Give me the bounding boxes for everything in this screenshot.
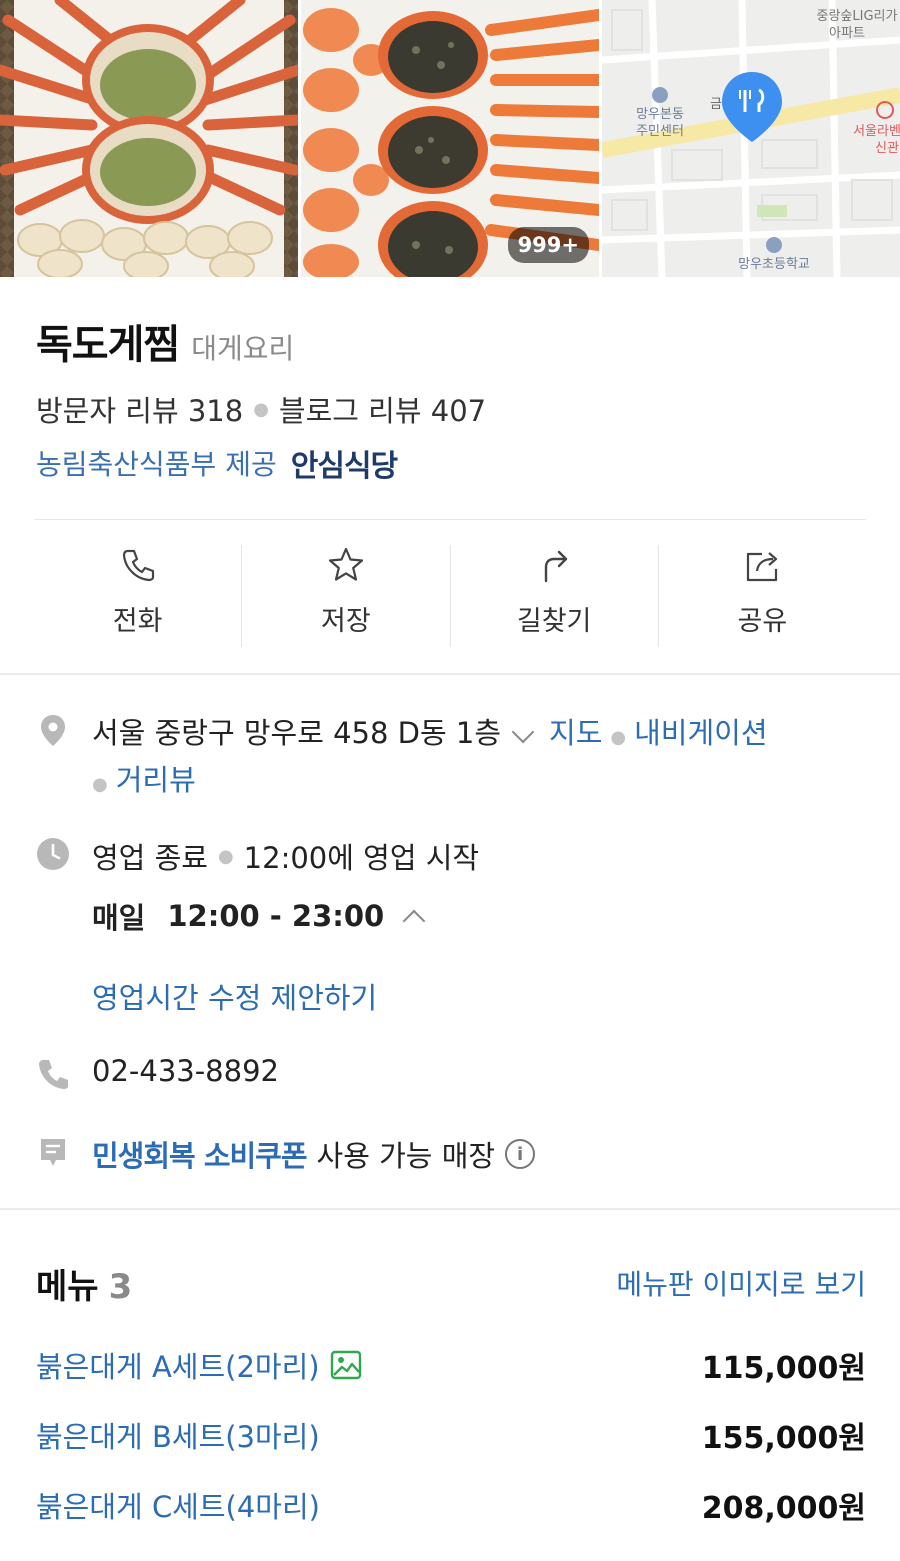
svg-text:신관: 신관 xyxy=(875,141,899,156)
separator-dot: ● xyxy=(92,774,108,795)
menu-item-price: 115,000원 xyxy=(701,1351,866,1386)
menu-item-price: 155,000원 xyxy=(701,1421,866,1456)
svg-text:주민센터: 주민센터 xyxy=(636,124,684,139)
phone-icon xyxy=(39,1060,68,1089)
place-name: 독도게찜 xyxy=(36,322,180,368)
menu-image-view-link[interactable]: 메뉴판 이미지로 보기 xyxy=(616,1263,866,1303)
coupon-name[interactable]: 민생회복 소비쿠폰 xyxy=(92,1133,308,1175)
section-divider xyxy=(0,1208,900,1210)
chevron-down-icon[interactable] xyxy=(511,720,535,744)
separator-dot: ● xyxy=(217,845,234,867)
photo-icon xyxy=(330,1350,361,1380)
share-label: 공유 xyxy=(737,606,788,637)
coupon-text: 사용 가능 매장 xyxy=(316,1139,496,1173)
share-icon xyxy=(747,552,778,582)
separator-dot: ● xyxy=(253,398,269,420)
chevron-up-icon[interactable] xyxy=(402,909,426,933)
review-counts: 방문자 리뷰 318 ● 블로그 리뷰 407 xyxy=(36,388,486,430)
menu-item[interactable]: 붉은대게 A세트(2마리) 115,000원 xyxy=(36,1343,866,1387)
mini-map[interactable]: 중랑숲LIG리가 아파트 망우본동 주민센터 금 망우초등학교 서울라벤 신관 xyxy=(602,0,900,277)
visitor-reviews-link[interactable]: 방문자 리뷰 318 xyxy=(36,388,243,430)
hours-time: 12:00 - 23:00 xyxy=(167,899,385,933)
address-text[interactable]: 서울 중랑구 망우로 458 D동 1층 xyxy=(92,716,501,750)
map-label-center: 망우본동 xyxy=(636,107,684,122)
photo-crab-rice[interactable]: 999+ xyxy=(301,0,599,277)
map-label-school: 망우초등학교 xyxy=(738,257,810,272)
clock-icon xyxy=(37,838,69,870)
hours-status: 영업 종료 xyxy=(92,841,208,875)
menu-item-name: 붉은대게 C세트(4마리) xyxy=(36,1490,320,1524)
share-button[interactable]: 공유 xyxy=(657,545,866,647)
directions-label: 길찾기 xyxy=(516,606,592,637)
street-view-link[interactable]: 거리뷰 xyxy=(116,763,196,797)
coupon-note-icon xyxy=(41,1139,65,1166)
save-button[interactable]: 저장 xyxy=(241,545,449,647)
save-label: 저장 xyxy=(321,606,371,637)
photo-crab-platter[interactable] xyxy=(0,0,298,277)
map-label-station: 서울라벤 xyxy=(853,124,900,139)
location-pin-icon xyxy=(41,715,65,746)
hours-day: 매일 xyxy=(92,901,146,935)
place-header: 독도게찜 대게요리 xyxy=(36,312,294,370)
menu-title: 메뉴 xyxy=(36,1267,99,1307)
menu-item[interactable]: 붉은대게 B세트(3마리) 155,000원 xyxy=(36,1413,866,1457)
call-label: 전화 xyxy=(112,606,163,637)
svg-text:아파트: 아파트 xyxy=(829,26,865,41)
map-label-apartment: 중랑숲LIG리가 xyxy=(817,9,898,24)
map-link[interactable]: 지도 xyxy=(549,716,602,750)
directions-icon xyxy=(544,550,568,583)
menu-count: 3 xyxy=(108,1267,133,1307)
map-label-partial: 금 xyxy=(710,97,722,112)
photo-count-badge: 999+ xyxy=(507,227,589,263)
info-icon[interactable]: i xyxy=(505,1139,536,1169)
suggest-hours-edit-link[interactable]: 영업시간 수정 제안하기 xyxy=(92,975,377,1017)
menu-header: 메뉴 3 xyxy=(36,1259,132,1308)
photo-strip: 999+ 중랑숲LIG리가 아파트 망우본동 주민센터 금 망우초등학교 서울라… xyxy=(0,0,900,277)
section-divider xyxy=(0,673,900,675)
hours-detail-row[interactable]: 매일 12:00 - 23:00 xyxy=(92,895,426,937)
coupon-row: 민생회복 소비쿠폰 사용 가능 매장 i xyxy=(92,1133,536,1175)
place-category: 대게요리 xyxy=(191,332,295,365)
hours-status-row: 영업 종료 ● 12:00에 영업 시작 xyxy=(92,835,479,877)
address-row: 서울 중랑구 망우로 458 D동 1층 지도 ● 내비게이션 ● 거리뷰 xyxy=(92,712,852,806)
crab-platter-image xyxy=(0,0,298,277)
cert-name: 안심식당 xyxy=(290,449,398,484)
menu-item-price: 208,000원 xyxy=(701,1491,866,1526)
action-bar: 전화 저장 길찾기 공유 xyxy=(34,545,866,647)
mini-map-image: 중랑숲LIG리가 아파트 망우본동 주민센터 금 망우초등학교 서울라벤 신관 xyxy=(602,0,900,277)
divider xyxy=(34,519,866,520)
menu-item-name-text: 붉은대게 A세트(2마리) xyxy=(36,1350,320,1384)
menu-item-name: 붉은대게 A세트(2마리) xyxy=(36,1344,362,1386)
call-button[interactable]: 전화 xyxy=(34,545,241,647)
navigation-link[interactable]: 내비게이션 xyxy=(634,716,767,750)
phone-icon xyxy=(122,549,154,582)
star-icon xyxy=(328,547,363,581)
phone-number[interactable]: 02-433-8892 xyxy=(92,1054,279,1088)
cert-provider: 농림축산식품부 제공 xyxy=(36,448,277,481)
directions-button[interactable]: 길찾기 xyxy=(449,545,658,647)
menu-item[interactable]: 붉은대게 C세트(4마리) 208,000원 xyxy=(36,1483,866,1527)
safe-restaurant-cert[interactable]: 농림축산식품부 제공 안심식당 xyxy=(36,441,398,485)
menu-item-name: 붉은대게 B세트(3마리) xyxy=(36,1420,320,1454)
separator-dot: ● xyxy=(610,727,627,748)
hours-next-open: 12:00에 영업 시작 xyxy=(243,841,480,875)
blog-reviews-link[interactable]: 블로그 리뷰 407 xyxy=(279,388,486,430)
